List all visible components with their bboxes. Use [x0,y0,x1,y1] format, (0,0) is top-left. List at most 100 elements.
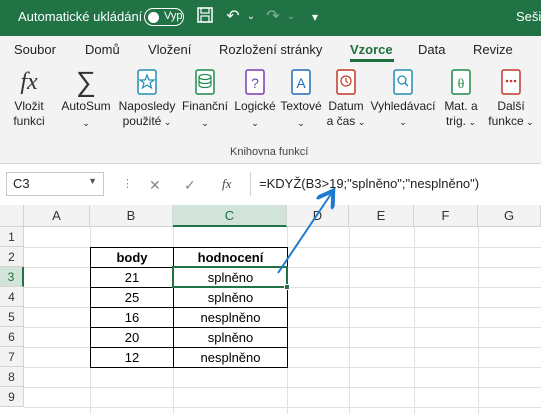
row-header-9[interactable]: 9 [0,387,24,407]
financial-button[interactable]: Finanční ⌄ [180,68,230,131]
cell-b7[interactable]: 12 [90,347,174,368]
name-box[interactable]: C3 ▼ [6,172,104,196]
button-label: a čas [326,114,356,128]
math-trig-button[interactable]: θ Mat. a trig. ⌄ [438,68,484,130]
column-header-c[interactable]: C [173,205,287,227]
svg-text:A: A [296,75,306,91]
chevron-down-icon[interactable]: ▼ [88,176,97,186]
cancel-icon[interactable]: ✕ [149,177,161,194]
insert-function-button[interactable]: fx Vložit funkci [6,68,52,129]
search-book-icon [389,68,417,96]
header-cell-body[interactable]: body [90,247,174,268]
cell-c4[interactable]: splněno [173,287,288,308]
tab-revize[interactable]: Revize [473,42,513,57]
row-header-1[interactable]: 1 [0,227,24,247]
formula-input[interactable]: =KDYŽ(B3>19;"splněno";"nesplněno") [250,172,541,196]
more-functions-button[interactable]: Další funkce ⌄ [488,68,534,130]
button-label: Další [497,99,525,113]
question-book-icon: ? [241,68,269,96]
row-header-7[interactable]: 7 [0,347,24,367]
gridline [414,227,415,414]
header-cell-hodnoceni[interactable]: hodnocení [173,247,288,268]
autosum-button[interactable]: ∑ AutoSum ⌄ [58,68,114,131]
enter-check-icon[interactable]: ✓ [184,177,196,194]
button-label: Naposledy [118,99,176,113]
row-header-8[interactable]: 8 [0,367,24,387]
sigma-icon: ∑ [76,66,96,97]
row-header-2[interactable]: 2 [0,247,24,267]
gridline [478,227,479,414]
column-header-a[interactable]: A [24,205,90,227]
fx-icon: fx [20,69,38,95]
active-tab-indicator [350,59,394,62]
tab-vzorce[interactable]: Vzorce [350,42,393,57]
row-header-5[interactable]: 5 [0,307,24,327]
star-icon [133,68,161,96]
svg-text:θ: θ [458,77,465,92]
more-book-icon [497,68,525,96]
tab-data[interactable]: Data [418,42,445,57]
table-row: 12 nesplněno [90,347,288,368]
column-header-e[interactable]: E [349,205,414,227]
button-label: funkci [13,114,45,128]
button-label: Vyhledávací [370,99,436,113]
cell-b4[interactable]: 25 [90,287,174,308]
autosave-toggle[interactable]: Vyp [144,8,184,26]
customize-toolbar-icon[interactable]: ▾ [304,6,326,28]
column-header-d[interactable]: D [287,205,349,227]
ribbon: fx Vložit funkci ∑ AutoSum ⌄ Naposledy p… [0,64,541,164]
table-row: 16 nesplněno [90,307,288,328]
button-label: Logické [234,99,276,113]
button-label: Finanční [181,99,229,113]
theta-book-icon: θ [447,68,475,96]
cell-b5[interactable]: 16 [90,307,174,328]
table-row: 25 splněno [90,287,288,308]
clock-book-icon [332,68,360,96]
select-all-corner[interactable] [0,205,24,227]
recently-used-button[interactable]: Naposledy použité ⌄ [116,68,178,130]
cell-c6[interactable]: splněno [173,327,288,348]
button-label: Vložit [14,99,44,113]
column-header-b[interactable]: B [90,205,173,227]
row-header-3[interactable]: 3 [0,267,24,287]
autosave-label: Automatické ukládání [18,9,143,24]
fill-handle[interactable] [284,284,290,290]
cell-c7[interactable]: nesplněno [173,347,288,368]
date-time-button[interactable]: Datum a čas ⌄ [324,68,368,130]
insert-function-icon[interactable]: fx [222,176,231,192]
button-label: použité [122,114,162,128]
svg-text:?: ? [251,75,259,91]
cell-b6[interactable]: 20 [90,327,174,348]
cell-c5[interactable]: nesplněno [173,307,288,328]
file-name: Sešit [516,9,541,24]
toggle-knob [148,11,159,23]
button-label: Mat. a [444,99,478,113]
title-bar: Automatické ukládání Vyp ↶ ⌄ ↷ ⌄ ▾ Sešit [0,0,541,36]
gridline [24,407,541,408]
button-label: Datum [328,99,364,113]
active-cell-border [172,266,288,288]
tab-soubor[interactable]: Soubor [14,42,56,57]
toggle-state: Vyp [164,10,183,22]
logical-button[interactable]: ? Logické ⌄ [232,68,278,131]
tab-rozlozeni-stranky[interactable]: Rozložení stránky [219,42,322,57]
undo-dropdown-icon[interactable]: ⌄ [240,6,262,28]
coins-icon [191,68,219,96]
row-header-6[interactable]: 6 [0,327,24,347]
text-button[interactable]: A Textové ⌄ [278,68,324,131]
button-label: trig. [445,114,466,128]
column-header-f[interactable]: F [414,205,478,227]
tab-domu[interactable]: Domů [85,42,120,57]
cell-b3[interactable]: 21 [90,267,174,288]
redo-dropdown-icon[interactable]: ⌄ [280,6,302,28]
lookup-button[interactable]: Vyhledávací ⌄ [370,68,436,130]
ribbon-tabs: Soubor Domů Vložení Rozložení stránky Vz… [0,36,541,64]
button-label: Textové [280,99,322,113]
table-row: 20 splněno [90,327,288,348]
text-book-icon: A [287,68,315,96]
row-header-4[interactable]: 4 [0,287,24,307]
tab-vlozeni[interactable]: Vložení [148,42,191,57]
column-header-g[interactable]: G [478,205,541,227]
formula-bar: C3 ▼ ⋮ ✕ ✓ fx =KDYŽ(B3>19;"splněno";"nes… [0,168,541,200]
save-icon[interactable] [194,6,216,28]
